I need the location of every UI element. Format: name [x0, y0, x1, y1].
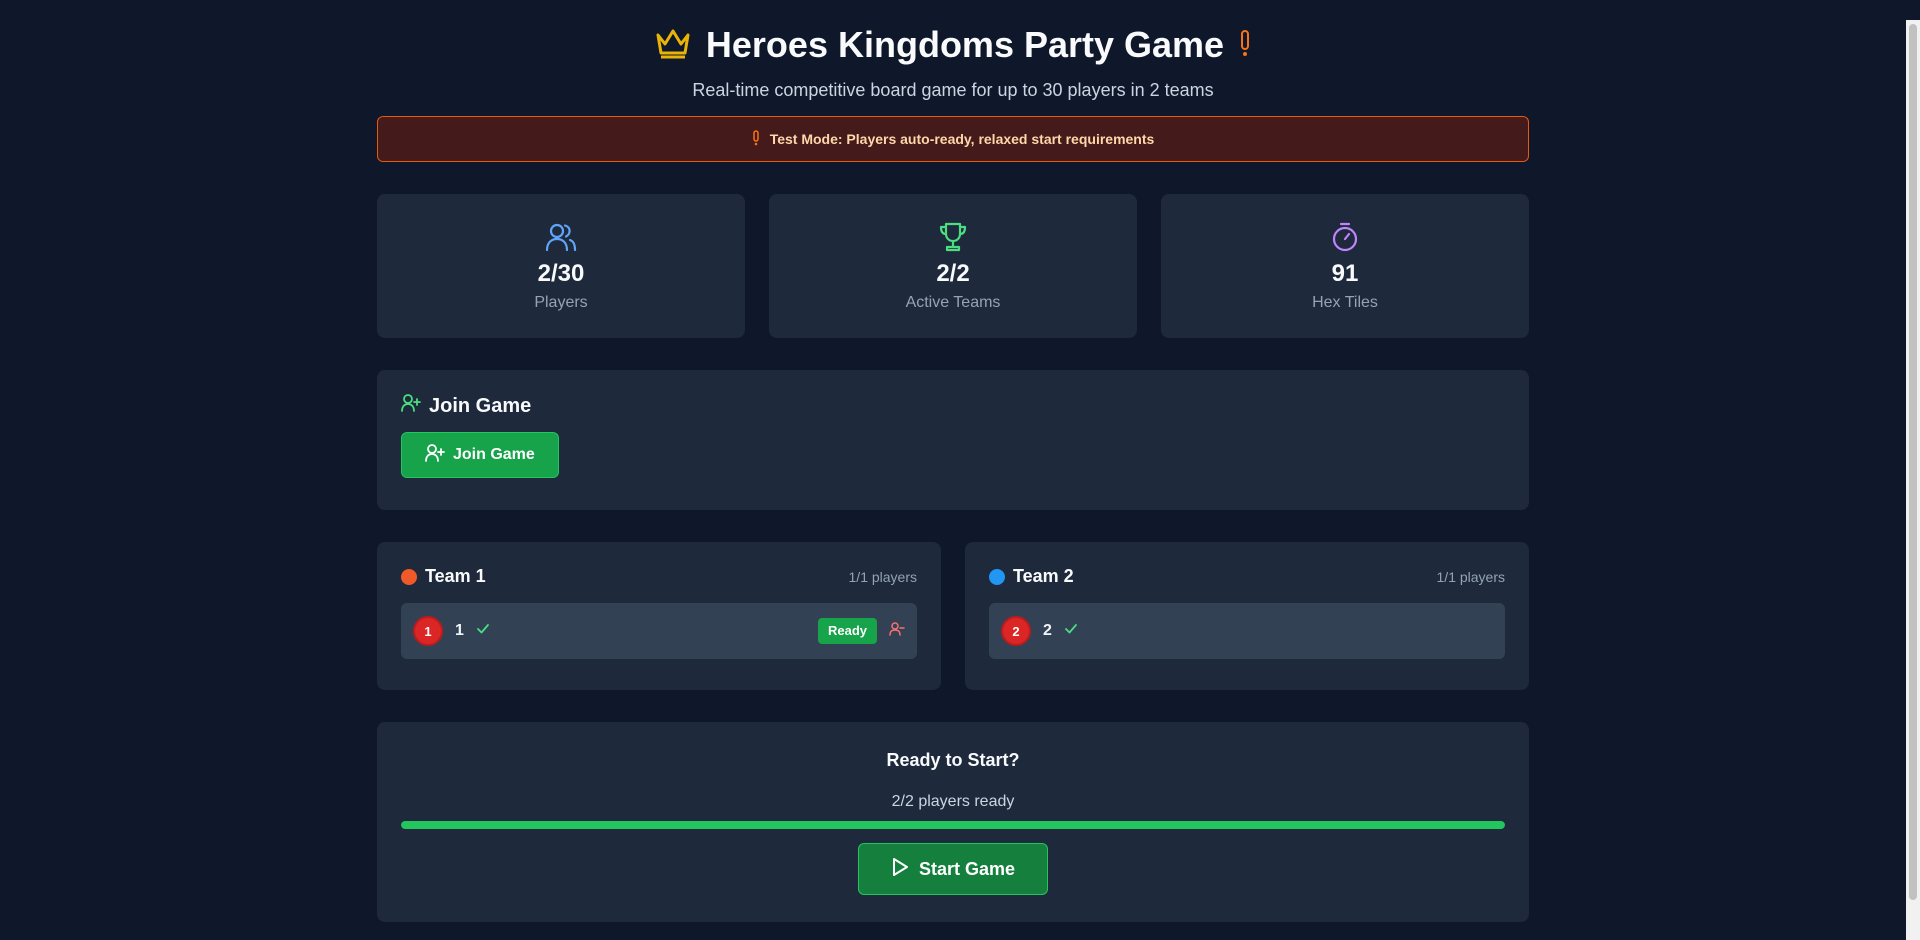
- player-name: 2: [1043, 622, 1052, 639]
- check-icon: [1064, 622, 1078, 640]
- start-game-button[interactable]: Start Game: [857, 843, 1049, 895]
- exclamation-icon: [752, 129, 760, 149]
- team-1-panel: Team 1 1/1 players 1 1 Ready: [377, 542, 941, 690]
- hex-tiles-value: 91: [1331, 260, 1359, 287]
- timer-icon: [1331, 220, 1359, 254]
- players-label: Players: [534, 294, 588, 311]
- page-scrollbar[interactable]: [1906, 20, 1920, 940]
- users-icon: [545, 220, 577, 254]
- avatar: 2: [1001, 616, 1031, 646]
- crown-icon: [654, 27, 692, 64]
- banner-text: Test Mode: Players auto-ready, relaxed s…: [769, 131, 1155, 147]
- start-heading: Ready to Start?: [886, 750, 1020, 770]
- join-game-panel: Join Game Join Game: [377, 370, 1529, 510]
- team-2-label: Team 2: [1013, 566, 1074, 586]
- join-game-title: Join Game: [429, 394, 532, 417]
- team-2-count: 1/1 players: [1436, 568, 1505, 585]
- user-plus-icon: [425, 443, 445, 467]
- team-color-dot: [989, 568, 1005, 585]
- stats-row: 2/30 Players 2/2 Active Teams 91 Hex Til…: [377, 194, 1529, 338]
- page-title: Heroes Kingdoms Party Game: [705, 24, 1225, 65]
- join-game-button[interactable]: Join Game: [401, 432, 559, 478]
- page-subtitle: Real-time competitive board game for up …: [692, 80, 1214, 100]
- ready-badge: Ready: [817, 618, 877, 644]
- lobby-page: Heroes Kingdoms Party Game Real-time com…: [377, 20, 1529, 922]
- stat-players: 2/30 Players: [377, 194, 745, 338]
- start-game-button-label: Start Game: [918, 858, 1016, 879]
- team-color-dot: [401, 568, 417, 585]
- player-name: 1: [455, 622, 464, 639]
- team-1-header: Team 1 1/1 players: [401, 566, 917, 587]
- stat-active-teams: 2/2 Active Teams: [769, 194, 1137, 338]
- play-icon: [891, 857, 909, 882]
- team-2-name: Team 2: [989, 566, 1074, 587]
- user-minus-icon[interactable]: [889, 621, 905, 641]
- check-icon: [476, 622, 490, 640]
- scrollbar-thumb[interactable]: [1909, 24, 1917, 900]
- ready-progress-fill: [401, 821, 1505, 829]
- team-2-header: Team 2 1/1 players: [989, 566, 1505, 587]
- user-plus-icon: [401, 394, 421, 418]
- player-row: 2 2: [989, 603, 1505, 659]
- active-teams-value: 2/2: [936, 260, 970, 287]
- team-2-panel: Team 2 1/1 players 2 2: [965, 542, 1529, 690]
- active-teams-label: Active Teams: [905, 294, 1001, 311]
- team-1-label: Team 1: [425, 566, 486, 586]
- hex-tiles-label: Hex Tiles: [1312, 294, 1378, 311]
- join-game-heading: Join Game: [401, 394, 1505, 418]
- join-game-button-label: Join Game: [453, 446, 535, 463]
- players-value: 2/30: [537, 260, 585, 287]
- header: Heroes Kingdoms Party Game: [377, 20, 1529, 70]
- exclamation-icon: [1238, 28, 1252, 63]
- team-1-name: Team 1: [401, 566, 486, 587]
- ready-count: 2/2 players ready: [891, 793, 1015, 810]
- trophy-icon: [937, 220, 969, 254]
- start-panel: Ready to Start? 2/2 players ready Start …: [377, 722, 1529, 922]
- teams-row: Team 1 1/1 players 1 1 Ready Team 2 1/1 …: [377, 542, 1529, 690]
- team-1-count: 1/1 players: [848, 568, 917, 585]
- avatar: 1: [413, 616, 443, 646]
- test-mode-banner: Test Mode: Players auto-ready, relaxed s…: [377, 116, 1529, 162]
- player-row: 1 1 Ready: [401, 603, 917, 659]
- stat-hex-tiles: 91 Hex Tiles: [1161, 194, 1529, 338]
- ready-progress-bar: [401, 821, 1505, 829]
